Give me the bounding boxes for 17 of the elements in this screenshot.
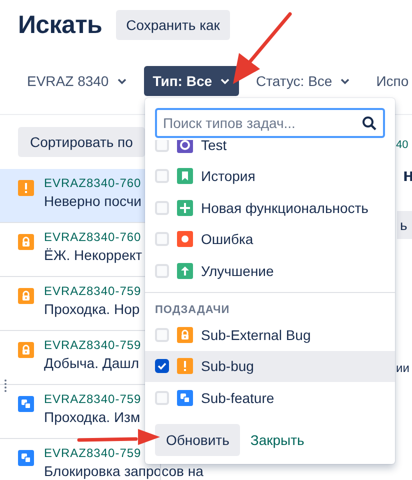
option-label: Ошибка: [201, 231, 254, 248]
issue-summary: Блокировка запросов на: [44, 464, 204, 479]
option-label: Sub-feature: [201, 390, 274, 406]
issue-summary: Проходка. Нор: [44, 302, 141, 317]
option-label: Улучшение: [201, 262, 274, 279]
issue-summary: Добыча. Дашл: [44, 356, 140, 371]
field-value: ии: [396, 361, 410, 375]
option-label: История: [201, 168, 256, 184]
option-label: Test: [201, 140, 227, 153]
option-label: Sub-External Bug: [201, 326, 311, 343]
issue-summary: ЁЖ. Некоррект: [44, 248, 142, 263]
option-label: Sub-bug: [201, 358, 254, 374]
issue-summary: Неверно посчи: [44, 194, 142, 209]
option-label: Новая функциональность: [201, 200, 368, 216]
issue-key: 40: [396, 139, 408, 151]
issue-summary: Проходка. Изм: [44, 410, 142, 425]
page-title: Искать: [18, 10, 102, 40]
